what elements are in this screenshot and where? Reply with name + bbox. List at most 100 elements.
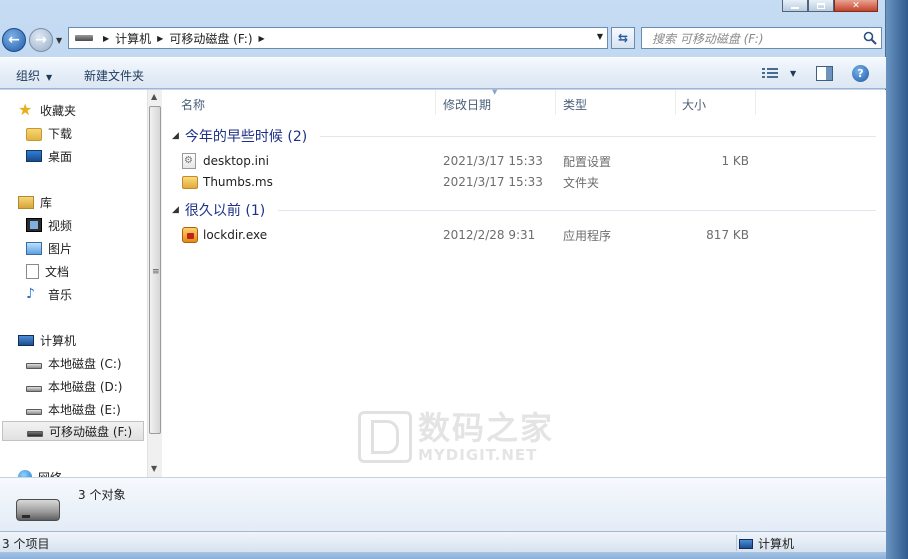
chevron-down-icon[interactable]: ▼ <box>790 69 796 78</box>
file-size: 817 KB <box>706 228 749 242</box>
nav-drive-c-label: 本地磁盘 (C:) <box>48 356 122 371</box>
forward-button[interactable]: → <box>29 28 53 52</box>
file-type: 应用程序 <box>563 228 612 243</box>
desktop-icon <box>26 150 42 162</box>
breadcrumb-separator-icon[interactable]: ▶ <box>157 34 163 43</box>
nav-music[interactable]: ♪ 音乐 <box>26 284 72 304</box>
column-type-label: 类型 <box>563 98 588 112</box>
nav-documents[interactable]: 文档 <box>26 261 69 281</box>
recent-pages-dropdown[interactable]: ▼ <box>56 36 62 45</box>
nav-pictures-label: 图片 <box>48 241 73 256</box>
group-header[interactable]: ◢ 今年的早些时候 (2) <box>172 126 307 146</box>
group-divider <box>278 210 876 211</box>
breadcrumb-separator-icon[interactable]: ▶ <box>103 34 109 43</box>
help-button[interactable]: ? <box>852 65 869 82</box>
nav-network[interactable]: 网络 <box>18 467 62 477</box>
nav-computer-label: 计算机 <box>40 333 77 348</box>
maximize-button[interactable] <box>808 0 834 12</box>
nav-drive-c[interactable]: 本地磁盘 (C:) <box>26 353 122 373</box>
item-count: 3 个项目 <box>2 537 50 551</box>
collapse-triangle-icon[interactable]: ◢ <box>172 131 179 141</box>
video-icon <box>26 218 42 232</box>
close-button[interactable]: ✕ <box>834 0 878 12</box>
column-header-type[interactable]: 类型 <box>556 90 676 115</box>
window-bottom-border <box>0 552 886 559</box>
nav-favorites[interactable]: ★ 收藏夹 <box>18 100 76 120</box>
nav-videos-label: 视频 <box>48 218 73 233</box>
nav-pictures[interactable]: 图片 <box>26 238 72 258</box>
scroll-up-icon[interactable]: ▲ <box>151 92 157 101</box>
file-row[interactable]: lockdir.exe 2012/2/28 9:31 应用程序 817 KB <box>182 225 762 245</box>
address-bar[interactable]: ▶ 计算机 ▶ 可移动磁盘 (F:) ▶ ▼ <box>68 27 608 49</box>
back-arrow-icon: ← <box>8 32 20 48</box>
nav-drive-e[interactable]: 本地磁盘 (E:) <box>26 399 121 419</box>
column-header-size[interactable]: 大小 <box>676 90 756 115</box>
breadcrumb-separator-icon[interactable]: ▶ <box>259 34 265 43</box>
group-header[interactable]: ◢ 很久以前 (1) <box>172 200 265 220</box>
breadcrumb-drive-f[interactable]: 可移动磁盘 (F:) <box>169 30 252 47</box>
nav-videos[interactable]: 视频 <box>26 215 72 235</box>
change-view-button[interactable]: ▼ <box>762 67 796 79</box>
nav-documents-label: 文档 <box>45 264 70 279</box>
nav-drive-e-label: 本地磁盘 (E:) <box>48 402 121 417</box>
sort-indicator-icon: ▼ <box>492 88 498 96</box>
refresh-button[interactable]: ⇆ <box>611 27 635 49</box>
file-row[interactable]: Thumbs.ms 2021/3/17 15:33 文件夹 <box>182 172 762 192</box>
removable-drive-icon <box>27 430 43 437</box>
hard-drive-icon <box>26 385 42 392</box>
caption-buttons: ✕ <box>782 0 878 12</box>
status-bar: 3 个项目 计算机 <box>0 531 886 552</box>
nav-libraries[interactable]: 库 <box>18 192 52 212</box>
removable-drive-large-icon <box>16 499 60 521</box>
back-button[interactable]: ← <box>2 28 26 52</box>
help-icon: ? <box>857 67 864 80</box>
scroll-down-icon[interactable]: ▼ <box>151 464 157 473</box>
file-name: lockdir.exe <box>203 228 268 242</box>
nav-drive-d-label: 本地磁盘 (D:) <box>48 379 123 394</box>
grip-icon: ≡ <box>152 267 160 277</box>
settings-file-icon <box>182 153 196 169</box>
computer-icon <box>739 538 753 549</box>
breadcrumb-computer[interactable]: 计算机 <box>115 30 151 47</box>
nav-desktop[interactable]: 桌面 <box>26 146 72 166</box>
search-input[interactable]: 搜索 可移动磁盘 (F:) <box>641 27 882 49</box>
navigation-pane: ★ 收藏夹 下载 桌面 库 视频 图片 文档 ♪ 音乐 计算机 本地磁盘 (C:… <box>0 90 147 477</box>
address-history-dropdown[interactable]: ▼ <box>597 32 603 41</box>
details-view-icon <box>762 68 778 78</box>
file-size: 1 KB <box>721 154 749 168</box>
computer-icon <box>18 335 34 346</box>
drive-icon <box>75 35 93 41</box>
hard-drive-icon <box>26 408 42 415</box>
file-date: 2021/3/17 15:33 <box>443 154 543 168</box>
close-icon: ✕ <box>852 0 860 11</box>
minimize-button[interactable] <box>782 0 808 12</box>
organize-label: 组织 <box>16 69 41 83</box>
status-location: 计算机 <box>736 535 794 551</box>
scrollbar-thumb[interactable]: ≡ <box>149 106 161 434</box>
new-folder-button[interactable]: 新建文件夹 <box>84 67 144 84</box>
details-pane: 3 个对象 <box>0 477 886 531</box>
collapse-triangle-icon[interactable]: ◢ <box>172 205 179 215</box>
object-count: 3 个对象 <box>78 488 126 502</box>
nav-computer[interactable]: 计算机 <box>18 330 76 350</box>
star-icon: ★ <box>18 100 33 119</box>
search-icon[interactable] <box>863 31 877 45</box>
nav-downloads-label: 下载 <box>48 126 73 141</box>
column-header-name[interactable]: 名称 <box>162 90 436 115</box>
column-size-label: 大小 <box>682 98 707 112</box>
status-location-label: 计算机 <box>758 536 795 551</box>
nav-music-label: 音乐 <box>48 287 73 302</box>
watermark-cn: 数码之家 <box>418 409 555 447</box>
minimize-icon <box>791 6 799 9</box>
network-icon <box>18 470 32 477</box>
search-placeholder: 搜索 可移动磁盘 (F:) <box>652 31 764 46</box>
file-name: desktop.ini <box>203 154 269 168</box>
nav-drive-f[interactable]: 可移动磁盘 (F:) <box>2 421 144 441</box>
file-row[interactable]: desktop.ini 2021/3/17 15:33 配置设置 1 KB <box>182 151 762 171</box>
nav-scrollbar[interactable]: ▲ ≡ ▼ <box>147 90 162 477</box>
nav-downloads[interactable]: 下载 <box>26 123 72 143</box>
nav-drive-d[interactable]: 本地磁盘 (D:) <box>26 376 122 396</box>
site-watermark: 数码之家 MYDIGIT.NET <box>358 410 554 464</box>
organize-menu[interactable]: 组织 ▼ <box>16 67 52 84</box>
preview-pane-button[interactable] <box>816 66 833 81</box>
